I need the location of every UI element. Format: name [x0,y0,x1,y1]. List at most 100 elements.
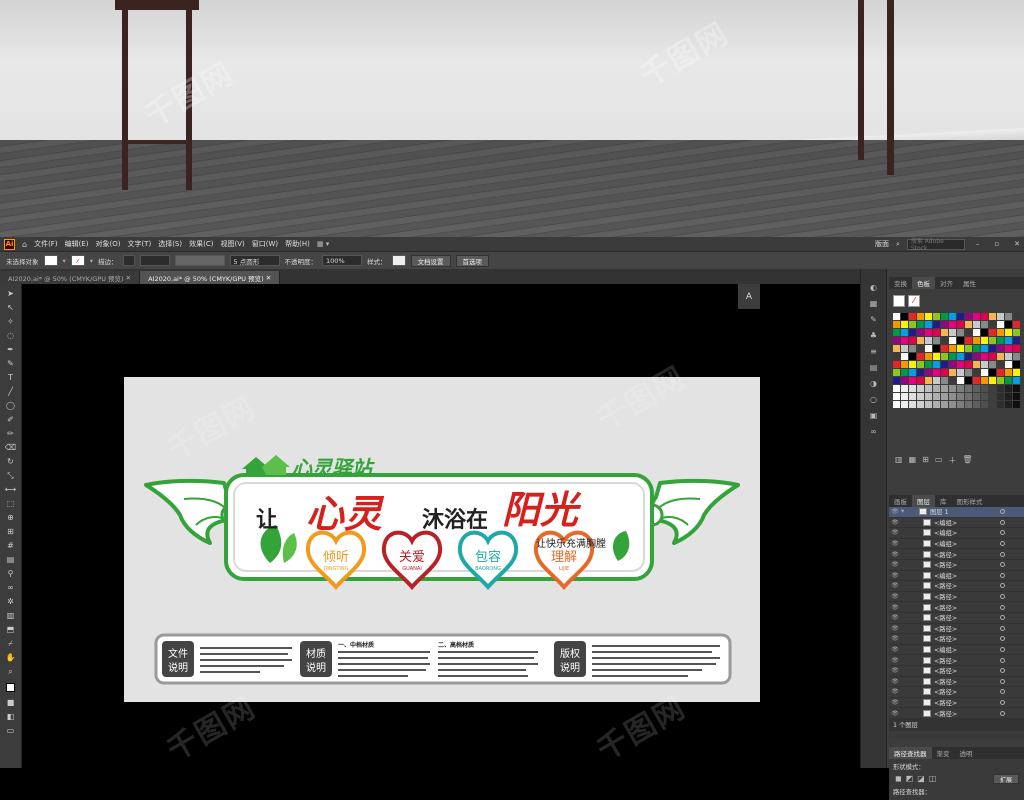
visibility-eye-icon[interactable]: 👁 [889,604,901,611]
color-swatch[interactable] [901,369,908,376]
target-icon[interactable] [1000,668,1005,674]
pencil-icon[interactable]: ✏ [5,428,17,439]
color-swatch[interactable] [997,361,1004,368]
ellipse-tool-icon[interactable]: ◯ [5,400,17,411]
color-swatch[interactable] [981,385,988,392]
stroke-swatch[interactable]: ⁄ [70,255,85,266]
visibility-eye-icon[interactable]: 👁 [889,625,901,632]
color-swatch[interactable] [965,353,972,360]
visibility-eye-icon[interactable]: 👁 [889,540,901,547]
color-swatch[interactable] [997,345,1004,352]
color-swatch[interactable] [893,337,900,344]
color-swatch[interactable] [909,353,916,360]
variable-width-select[interactable] [174,255,225,266]
color-swatch[interactable] [949,369,956,376]
color-swatch[interactable] [917,369,924,376]
color-swatch[interactable] [957,393,964,400]
visibility-eye-icon[interactable]: 👁 [889,657,901,664]
color-swatch[interactable] [973,401,980,408]
tab-align[interactable]: 对齐 [935,277,958,289]
color-swatch[interactable] [1013,361,1020,368]
color-swatch[interactable] [909,345,916,352]
stock-search-input[interactable]: 搜索 Adobe Stock [906,238,965,252]
glyph-panel-strip[interactable]: A [738,284,760,309]
menu-help[interactable]: 帮助(H) [285,239,310,249]
color-swatch[interactable] [973,385,980,392]
color-swatch[interactable] [925,393,932,400]
color-swatch[interactable] [1013,329,1020,336]
sublayer-row[interactable]: 👁 <路径> [889,655,1024,666]
color-swatch[interactable] [973,393,980,400]
target-icon[interactable] [1000,689,1005,695]
visibility-eye-icon[interactable]: 👁 [889,551,901,558]
sublayer-row[interactable]: 👁 <编组> [889,539,1024,550]
color-swatch[interactable] [997,393,1004,400]
canvas-area[interactable]: 心灵驿站 让 心灵 沐浴在 阳光 让快乐充满胸膛 倾听 QINGTING 关爱 … [22,284,860,768]
free-transform-icon[interactable]: ⬚ [5,498,17,509]
color-swatch[interactable] [901,361,908,368]
visibility-eye-icon[interactable]: 👁 [889,635,901,642]
color-swatch[interactable] [909,401,916,408]
color-swatch[interactable] [893,377,900,384]
color-swatch[interactable] [1005,401,1012,408]
tab-document-2[interactable]: AI2020.ai* @ 50% (CMYK/GPU 预览) ✕ [140,271,281,284]
color-swatch[interactable] [933,313,940,320]
stroke-swatch[interactable]: ⁄ [908,295,920,307]
color-swatch[interactable] [989,353,996,360]
color-swatch[interactable] [981,361,988,368]
screen-mode-icon[interactable]: ▭ [5,725,17,736]
color-swatch[interactable] [933,345,940,352]
color-swatch[interactable] [1013,313,1020,320]
color-swatch[interactable] [997,329,1004,336]
color-swatch[interactable] [1005,337,1012,344]
brush-select[interactable]: 5 点圆形 [229,255,280,266]
sublayer-row[interactable]: 👁 <路径> [889,624,1024,635]
color-swatch[interactable] [965,337,972,344]
color-swatch[interactable] [1005,329,1012,336]
color-swatch[interactable] [949,401,956,408]
color-swatch[interactable] [925,385,932,392]
color-swatch[interactable] [933,377,940,384]
color-swatch[interactable] [957,401,964,408]
arrange-icon[interactable]: ▦ ▾ [317,240,329,248]
gradient-tool-icon[interactable]: ▤ [5,554,17,565]
target-icon[interactable] [1000,541,1005,547]
color-swatch[interactable] [933,337,940,344]
unite-icon[interactable]: ◼ [895,774,902,784]
draw-mode-icon[interactable]: ◧ [5,711,17,722]
fill-stroke-icon[interactable] [5,680,17,694]
type-tool-icon[interactable]: T [5,372,17,383]
color-swatch[interactable] [941,401,948,408]
delete-swatch-icon[interactable]: 🗑 [962,455,972,465]
new-group-icon[interactable]: ▭ [935,455,943,465]
visibility-eye-icon[interactable]: 👁 [889,572,901,579]
color-swatch[interactable] [941,393,948,400]
chevron-down-icon[interactable]: ▾ [90,257,93,265]
color-swatch[interactable] [957,337,964,344]
color-swatch[interactable] [893,321,900,328]
color-swatch[interactable] [949,377,956,384]
color-swatch[interactable] [965,401,972,408]
shape-builder-icon[interactable]: ⊕ [5,512,17,523]
color-swatch[interactable] [893,369,900,376]
target-icon[interactable] [1000,572,1005,578]
brushes-panel-icon[interactable]: ✎ [870,315,877,325]
tab-libraries[interactable]: 库 [935,495,952,507]
color-swatch[interactable] [1005,353,1012,360]
target-icon[interactable] [1000,509,1005,515]
color-swatch[interactable] [917,353,924,360]
direct-selection-tool-icon[interactable]: ↖ [5,302,17,313]
color-swatch[interactable] [901,377,908,384]
color-swatch[interactable] [965,313,972,320]
zoom-tool-icon[interactable]: ⌕ [5,666,17,677]
color-swatch[interactable] [901,337,908,344]
tab-transparency[interactable]: 透明 [955,747,978,759]
sublayer-row[interactable]: 👁 <路径> [889,581,1024,592]
tab-document-1[interactable]: AI2020.ai* @ 50% (CMYK/GPU 预览) ✕ [0,271,141,284]
color-swatch[interactable] [989,393,996,400]
target-icon[interactable] [1000,604,1005,610]
target-icon[interactable] [1000,530,1005,536]
color-swatch[interactable] [893,329,900,336]
color-swatch[interactable] [973,329,980,336]
color-swatch[interactable] [973,361,980,368]
